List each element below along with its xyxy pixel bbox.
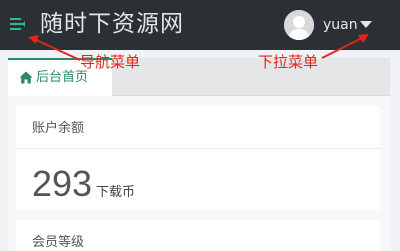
member-level-card: 会员等级 [16, 220, 380, 251]
top-navbar: 随时下资源网 yuan [0, 0, 400, 50]
card-divider [16, 148, 380, 149]
annotation-dropdown-menu: 下拉菜单 [258, 53, 319, 71]
username[interactable]: yuan [323, 16, 358, 34]
balance-card: 账户余额 293 下载币 [16, 106, 380, 210]
tab-strip: 后台首页 [8, 58, 390, 96]
caret-down-icon[interactable] [360, 21, 372, 28]
main-content: 账户余额 293 下载币 会员等级 [8, 96, 390, 251]
avatar[interactable] [284, 10, 314, 40]
tab-home-label: 后台首页 [36, 70, 89, 85]
member-level-title: 会员等级 [32, 235, 85, 250]
site-title: 随时下资源网 [40, 11, 184, 37]
balance-unit: 下载币 [96, 185, 136, 200]
menu-toggle-icon[interactable] [9, 16, 26, 32]
annotation-nav-menu: 导航菜单 [80, 53, 141, 71]
balance-card-title: 账户余额 [32, 121, 85, 136]
balance-value: 293 [32, 163, 93, 204]
home-icon [19, 69, 33, 88]
user-dropdown-menu[interactable]: yuan [282, 8, 392, 42]
